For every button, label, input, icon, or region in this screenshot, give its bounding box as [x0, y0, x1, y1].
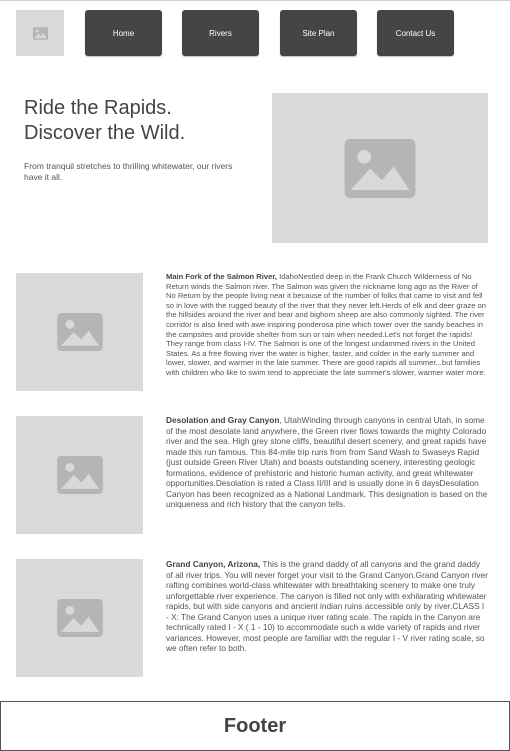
nav-site-plan-label: Site Plan [302, 28, 335, 38]
river-text-salmon: IdahoNestled deep in the Frank Church Wi… [166, 272, 486, 377]
hero-subtitle: From tranquil stretches to thrilling whi… [24, 161, 233, 182]
river-text-grand-canyon: This is the grand daddy of all canyons a… [166, 559, 488, 653]
footer-label: Footer [223, 714, 287, 737]
river-name-desolation: Desolation and Gray Canyon [166, 415, 280, 425]
nav-rivers-button[interactable]: Rivers [182, 10, 259, 56]
image-placeholder-icon [344, 138, 416, 198]
river-name-salmon: Main Fork of the Salmon River, [166, 272, 277, 281]
river-description-salmon: Main Fork of the Salmon River, IdahoNest… [166, 272, 488, 378]
footer: Footer [0, 701, 510, 751]
nav-home-button[interactable]: Home [85, 10, 162, 56]
nav-contact-us-label: Contact Us [395, 28, 436, 38]
nav-contact-us-button[interactable]: Contact Us [377, 10, 454, 56]
image-placeholder-icon [56, 456, 103, 494]
river-text-desolation: , UtahWinding through canyons in central… [166, 415, 488, 509]
logo[interactable] [16, 10, 64, 56]
image-placeholder-icon [56, 313, 103, 351]
hero-title-line-1: Ride the Rapids. [24, 97, 172, 119]
river-description-grand-canyon: Grand Canyon, Arizona, This is the grand… [166, 559, 488, 654]
hero-image [272, 93, 488, 243]
nav-rivers-label: Rivers [209, 28, 232, 38]
river-image-grand-canyon [16, 559, 143, 677]
top-divider [0, 0, 510, 1]
nav-site-plan-button[interactable]: Site Plan [280, 10, 357, 56]
nav-home-label: Home [112, 28, 135, 38]
river-description-desolation: Desolation and Gray Canyon, UtahWinding … [166, 415, 488, 510]
image-placeholder-icon [32, 26, 48, 40]
hero-title-line-2: Discover the Wild. [24, 122, 186, 144]
river-name-grand-canyon: Grand Canyon, Arizona, [166, 559, 261, 569]
river-image-salmon [16, 273, 143, 391]
hero-title: Ride the Rapids. Discover the Wild. [24, 96, 264, 146]
image-placeholder-icon [56, 599, 103, 637]
river-image-desolation [16, 416, 143, 534]
